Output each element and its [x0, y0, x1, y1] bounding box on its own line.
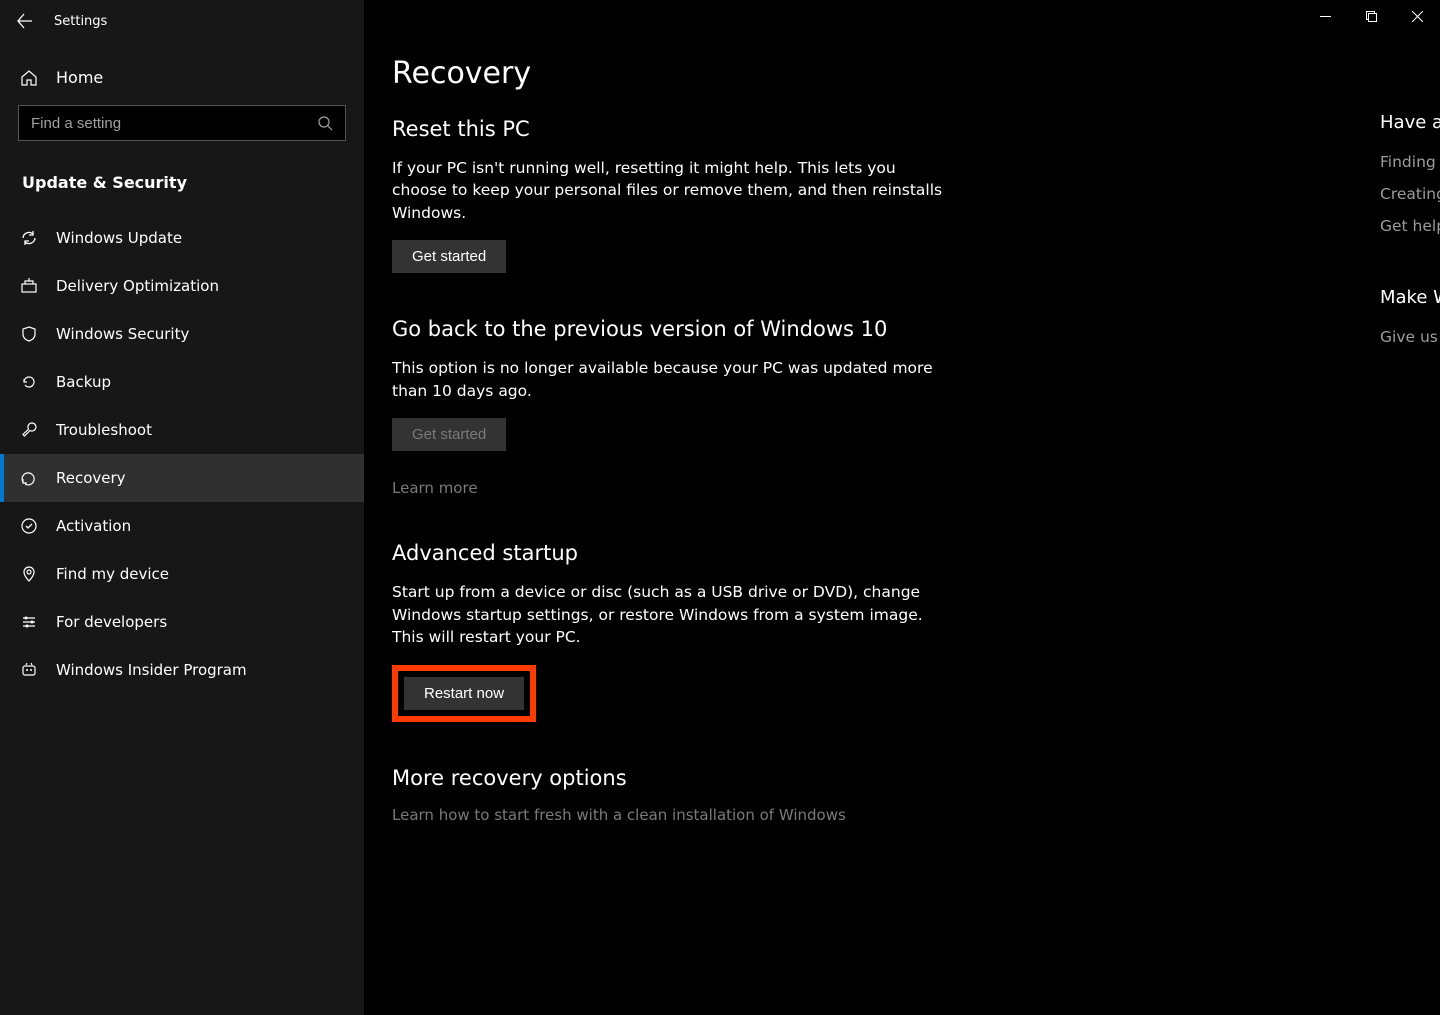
annotation-highlight: Restart now: [392, 665, 536, 722]
arrow-left-icon: [17, 13, 33, 29]
recovery-icon: [20, 469, 38, 487]
delivery-icon: [20, 277, 38, 295]
sidebar-item-windows-insider[interactable]: Windows Insider Program: [0, 646, 364, 694]
maximize-icon: [1366, 11, 1377, 22]
learn-more-link[interactable]: Learn more: [392, 479, 952, 497]
section-body: Start up from a device or disc (such as …: [392, 581, 952, 648]
section-advanced-startup: Advanced startup Start up from a device …: [392, 541, 952, 721]
minimize-icon: [1320, 11, 1331, 22]
section-heading: Advanced startup: [392, 541, 952, 565]
sidebar-item-label: Windows Security: [56, 325, 189, 343]
restart-now-button[interactable]: Restart now: [404, 677, 524, 710]
section-more-recovery: More recovery options Learn how to start…: [392, 766, 952, 824]
home-icon: [20, 69, 38, 87]
backup-icon: [20, 373, 38, 391]
sidebar-home-label: Home: [56, 68, 103, 87]
section-body: If your PC isn't running well, resetting…: [392, 157, 952, 224]
main-content: Recovery Reset this PC If your PC isn't …: [364, 0, 1440, 1015]
sidebar: Settings Home Update & Security Windows …: [0, 0, 364, 1015]
sidebar-item-activation[interactable]: Activation: [0, 502, 364, 550]
sidebar-item-label: Find my device: [56, 565, 169, 583]
sidebar-item-for-developers[interactable]: For developers: [0, 598, 364, 646]
sync-icon: [20, 229, 38, 247]
sidebar-item-label: For developers: [56, 613, 167, 631]
window-controls: [1302, 0, 1440, 32]
get-started-goback-button: Get started: [392, 418, 506, 451]
location-icon: [20, 565, 38, 583]
start-fresh-link[interactable]: Learn how to start fresh with a clean in…: [392, 806, 952, 824]
window-title: Settings: [54, 14, 107, 29]
sidebar-category: Update & Security: [0, 155, 364, 214]
minimize-button[interactable]: [1302, 0, 1348, 32]
section-body: This option is no longer available becau…: [392, 357, 952, 402]
sidebar-home[interactable]: Home: [0, 38, 364, 105]
sidebar-item-windows-update[interactable]: Windows Update: [0, 214, 364, 262]
back-button[interactable]: [16, 12, 34, 30]
sidebar-item-label: Windows Update: [56, 229, 182, 247]
close-icon: [1412, 11, 1423, 22]
aside-better-heading: Make Windows better: [1380, 287, 1440, 308]
sidebar-item-windows-security[interactable]: Windows Security: [0, 310, 364, 358]
sidebar-item-find-my-device[interactable]: Find my device: [0, 550, 364, 598]
get-started-reset-button[interactable]: Get started: [392, 240, 506, 273]
shield-icon: [20, 325, 38, 343]
sidebar-item-label: Delivery Optimization: [56, 277, 219, 295]
sidebar-item-recovery[interactable]: Recovery: [0, 454, 364, 502]
maximize-button[interactable]: [1348, 0, 1394, 32]
search-field[interactable]: [31, 115, 317, 132]
check-circle-icon: [20, 517, 38, 535]
section-heading: Go back to the previous version of Windo…: [392, 317, 952, 341]
search-input[interactable]: [18, 105, 346, 141]
aside-question-heading: Have a question?: [1380, 112, 1440, 133]
section-go-back: Go back to the previous version of Windo…: [392, 317, 952, 497]
aside-link-feedback[interactable]: Give us feedback: [1380, 328, 1440, 346]
page-title: Recovery: [392, 56, 1440, 91]
wrench-icon: [20, 421, 38, 439]
sidebar-item-label: Activation: [56, 517, 131, 535]
aside-link-get-help[interactable]: Get help: [1380, 217, 1440, 235]
section-heading: More recovery options: [392, 766, 952, 790]
aside-panel: Have a question? Finding my BitLocker re…: [1380, 112, 1440, 360]
section-reset-pc: Reset this PC If your PC isn't running w…: [392, 117, 952, 273]
sidebar-nav: Windows Update Delivery Optimization Win…: [0, 214, 364, 694]
sidebar-item-backup[interactable]: Backup: [0, 358, 364, 406]
sidebar-item-delivery-optimization[interactable]: Delivery Optimization: [0, 262, 364, 310]
close-button[interactable]: [1394, 0, 1440, 32]
sidebar-item-troubleshoot[interactable]: Troubleshoot: [0, 406, 364, 454]
titlebar: Settings: [0, 4, 364, 38]
insider-icon: [20, 661, 38, 679]
aside-link-recovery-drive[interactable]: Creating a recovery drive: [1380, 185, 1440, 203]
search-icon: [317, 115, 333, 131]
sidebar-item-label: Troubleshoot: [56, 421, 152, 439]
aside-link-bitlocker[interactable]: Finding my BitLocker recovery key: [1380, 153, 1440, 171]
sidebar-item-label: Windows Insider Program: [56, 661, 247, 679]
sidebar-item-label: Backup: [56, 373, 111, 391]
sidebar-item-label: Recovery: [56, 469, 126, 487]
section-heading: Reset this PC: [392, 117, 952, 141]
sliders-icon: [20, 613, 38, 631]
